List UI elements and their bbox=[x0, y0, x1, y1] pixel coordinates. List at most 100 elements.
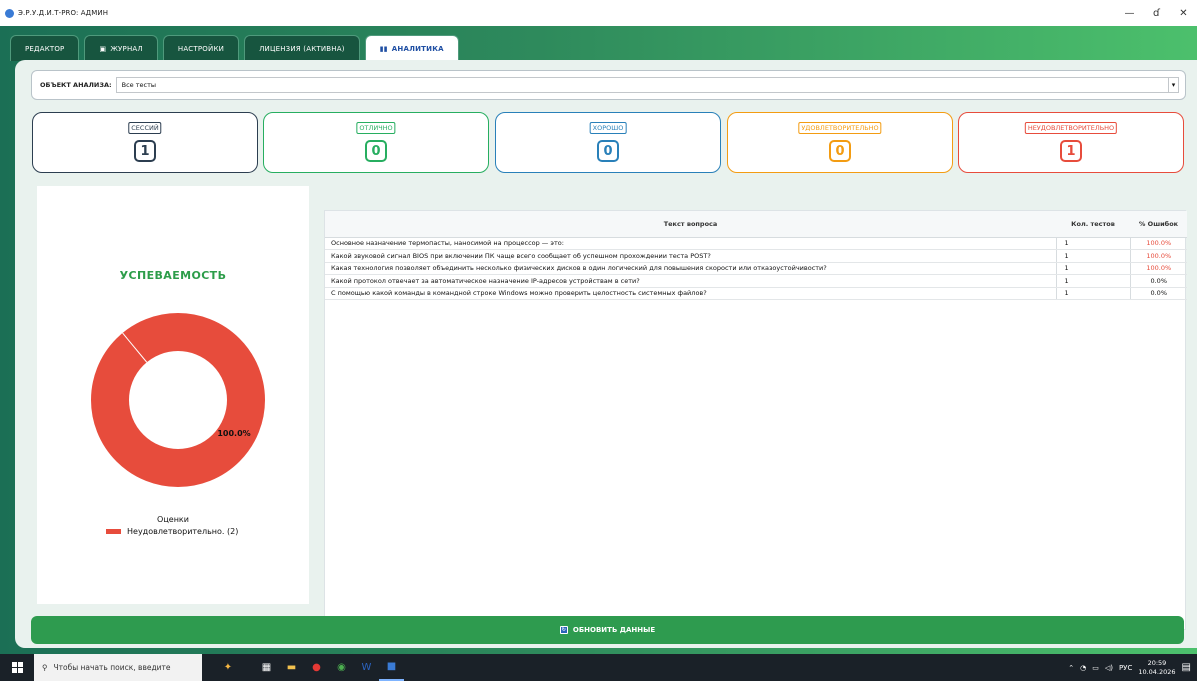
file-explorer-icon[interactable]: ▬ bbox=[279, 654, 304, 681]
task-view-icon[interactable]: ▦ bbox=[254, 654, 279, 681]
chart-title: УСПЕВАЕМОСТЬ bbox=[119, 269, 227, 282]
table-row[interactable]: Основное назначение термопасты, наносимо… bbox=[325, 237, 1187, 250]
performance-donut-chart: 100.0% bbox=[91, 313, 265, 487]
volume-icon[interactable]: ◁) bbox=[1105, 664, 1113, 672]
app-body: РЕДАКТОР ▣ ЖУРНАЛ НАСТРОЙКИ ЛИЦЕНЗИЯ (АК… bbox=[0, 26, 1197, 654]
word-icon[interactable]: W bbox=[354, 654, 379, 681]
table-row[interactable]: Какой звуковой сигнал BIOS при включении… bbox=[325, 249, 1187, 263]
journal-icon: ▣ bbox=[99, 44, 107, 53]
stat-satisfactory-value: 0 bbox=[829, 140, 851, 162]
window-title: Э.Р.У.Д.И.Т-PRO: АДМИН bbox=[18, 9, 109, 17]
legend-item: Неудовлетворительно. (2) bbox=[106, 527, 238, 536]
legend-item-label: Неудовлетворительно. (2) bbox=[127, 527, 239, 536]
tab-settings-label: НАСТРОЙКИ bbox=[177, 44, 225, 53]
window-titlebar: Э.Р.У.Д.И.Т-PRO: АДМИН — ɗ ✕ bbox=[0, 0, 1197, 26]
language-indicator[interactable]: РУС bbox=[1119, 664, 1132, 672]
question-cell: С помощью какой команды в командной стро… bbox=[325, 287, 1057, 300]
stat-card-excellent: ОТЛИЧНО 0 bbox=[263, 112, 489, 173]
stat-satisfactory-label: УДОВЛЕТВОРИТЕЛЬНО bbox=[798, 122, 882, 134]
app-icon bbox=[5, 8, 14, 18]
tab-editor-label: РЕДАКТОР bbox=[25, 44, 65, 53]
search-icon: ⚲ bbox=[42, 663, 48, 672]
count-cell: 1 bbox=[1056, 274, 1131, 288]
table-row[interactable]: Какой протокол отвечает за автоматическо… bbox=[325, 274, 1187, 288]
cortana-icon[interactable]: ✦ bbox=[202, 654, 254, 681]
column-header-count[interactable]: Кол. тестов bbox=[1056, 211, 1130, 238]
tab-license-label: ЛИЦЕНЗИЯ (АКТИВНА) bbox=[259, 44, 345, 53]
count-cell: 1 bbox=[1056, 249, 1131, 263]
analytics-panel: ОБЪЕКТ АНАЛИЗА: Все тесты ▾ СЕССИЙ 1 ОТЛ… bbox=[15, 60, 1197, 648]
stat-unsatisfactory-label: НЕУДОВЛЕТВОРИТЕЛЬНО bbox=[1024, 122, 1118, 134]
start-button[interactable] bbox=[0, 654, 34, 681]
yandex-browser-icon[interactable]: ● bbox=[304, 654, 329, 681]
analysis-object-label: ОБЪЕКТ АНАЛИЗА: bbox=[40, 81, 112, 89]
stat-good-value: 0 bbox=[597, 140, 619, 162]
network-icon[interactable]: ◔ bbox=[1080, 664, 1086, 672]
tab-analytics-label: АНАЛИТИКА bbox=[391, 45, 444, 53]
legend-title: Оценки bbox=[157, 515, 189, 524]
errors-cell: 0.0% bbox=[1130, 274, 1187, 288]
window-controls: — ɗ ✕ bbox=[1116, 0, 1197, 26]
clock[interactable]: 20:59 10.04.2026 bbox=[1138, 659, 1175, 677]
windows-icon bbox=[11, 662, 23, 673]
notifications-icon[interactable]: ▤ bbox=[1182, 662, 1191, 673]
chrome-icon[interactable]: ◉ bbox=[329, 654, 354, 681]
errors-cell: 100.0% bbox=[1130, 237, 1187, 250]
taskbar: ⚲ Чтобы начать поиск, введите ✦ ▦ ▬ ● ◉ … bbox=[0, 654, 1197, 681]
analysis-object-select[interactable]: Все тесты ▾ bbox=[115, 77, 1179, 93]
taskbar-search-placeholder: Чтобы начать поиск, введите bbox=[53, 663, 171, 672]
tab-bar: РЕДАКТОР ▣ ЖУРНАЛ НАСТРОЙКИ ЛИЦЕНЗИЯ (АК… bbox=[10, 35, 459, 62]
tab-journal-label: ЖУРНАЛ bbox=[110, 44, 143, 53]
table-row[interactable]: Какая технология позволяет объединить не… bbox=[325, 262, 1187, 275]
question-cell: Какая технология позволяет объединить не… bbox=[325, 262, 1057, 275]
tab-journal[interactable]: ▣ ЖУРНАЛ bbox=[84, 35, 158, 61]
refresh-button-label: ОБНОВИТЬ ДАННЫЕ bbox=[572, 626, 656, 634]
minimize-button[interactable]: — bbox=[1116, 0, 1143, 26]
stat-card-good: ХОРОШО 0 bbox=[495, 112, 721, 173]
refresh-data-button[interactable]: ↻ ОБНОВИТЬ ДАННЫЕ bbox=[31, 616, 1184, 644]
stat-excellent-label: ОТЛИЧНО bbox=[356, 122, 396, 134]
stat-card-satisfactory: УДОВЛЕТВОРИТЕЛЬНО 0 bbox=[727, 112, 953, 173]
clock-time: 20:59 bbox=[1147, 658, 1167, 667]
tab-editor[interactable]: РЕДАКТОР bbox=[10, 35, 80, 61]
count-cell: 1 bbox=[1056, 237, 1131, 250]
legend-swatch bbox=[106, 529, 121, 534]
question-cell: Какой протокол отвечает за автоматическо… bbox=[325, 274, 1057, 288]
errors-cell: 100.0% bbox=[1130, 249, 1187, 263]
errors-cell: 0.0% bbox=[1130, 287, 1187, 300]
stat-card-sessions: СЕССИЙ 1 bbox=[32, 112, 258, 173]
chart-icon: ▮▮ bbox=[379, 45, 388, 53]
dropdown-arrow-icon[interactable]: ▾ bbox=[1168, 78, 1178, 92]
questions-table-panel: Текст вопроса Кол. тестов % Ошибок Основ… bbox=[324, 210, 1187, 630]
system-tray: ⌃ ◔ ▭ ◁) РУС 20:59 10.04.2026 ▤ bbox=[1068, 654, 1197, 681]
maximize-button[interactable]: ɗ bbox=[1143, 0, 1170, 26]
refresh-icon: ↻ bbox=[559, 626, 568, 634]
tray-chevron-icon[interactable]: ⌃ bbox=[1068, 664, 1074, 672]
table-row[interactable]: С помощью какой команды в командной стро… bbox=[325, 287, 1187, 300]
count-cell: 1 bbox=[1056, 262, 1131, 275]
monitor-icon[interactable]: ▭ bbox=[1092, 664, 1099, 672]
tab-license[interactable]: ЛИЦЕНЗИЯ (АКТИВНА) bbox=[244, 35, 360, 61]
stat-good-label: ХОРОШО bbox=[589, 122, 627, 134]
stat-excellent-value: 0 bbox=[365, 140, 387, 162]
table-header-row: Текст вопроса Кол. тестов % Ошибок bbox=[325, 211, 1187, 238]
close-button[interactable]: ✕ bbox=[1170, 0, 1197, 26]
slice-percent-label: 100.0% bbox=[217, 429, 250, 438]
stat-sessions-label: СЕССИЙ bbox=[128, 122, 162, 134]
errors-cell: 100.0% bbox=[1130, 262, 1187, 275]
performance-chart-panel: УСПЕВАЕМОСТЬ 100.0% Оценки Неудовлетвори… bbox=[37, 186, 309, 604]
column-header-errors[interactable]: % Ошибок bbox=[1130, 211, 1187, 238]
column-header-question[interactable]: Текст вопроса bbox=[325, 211, 1056, 238]
app-taskbar-icon[interactable]: ■ bbox=[379, 654, 404, 681]
taskbar-search[interactable]: ⚲ Чтобы начать поиск, введите bbox=[34, 654, 202, 681]
tab-analytics[interactable]: ▮▮ АНАЛИТИКА bbox=[364, 35, 459, 62]
tab-settings[interactable]: НАСТРОЙКИ bbox=[162, 35, 240, 61]
question-cell: Какой звуковой сигнал BIOS при включении… bbox=[325, 249, 1057, 263]
analysis-object-value: Все тесты bbox=[121, 81, 157, 89]
stat-card-unsatisfactory: НЕУДОВЛЕТВОРИТЕЛЬНО 1 bbox=[958, 112, 1184, 173]
question-cell: Основное назначение термопасты, наносимо… bbox=[325, 237, 1057, 250]
analysis-object-row: ОБЪЕКТ АНАЛИЗА: Все тесты ▾ bbox=[31, 70, 1186, 100]
stat-sessions-value: 1 bbox=[134, 140, 156, 162]
clock-date: 10.04.2026 bbox=[1138, 667, 1176, 676]
stat-unsatisfactory-value: 1 bbox=[1060, 140, 1082, 162]
